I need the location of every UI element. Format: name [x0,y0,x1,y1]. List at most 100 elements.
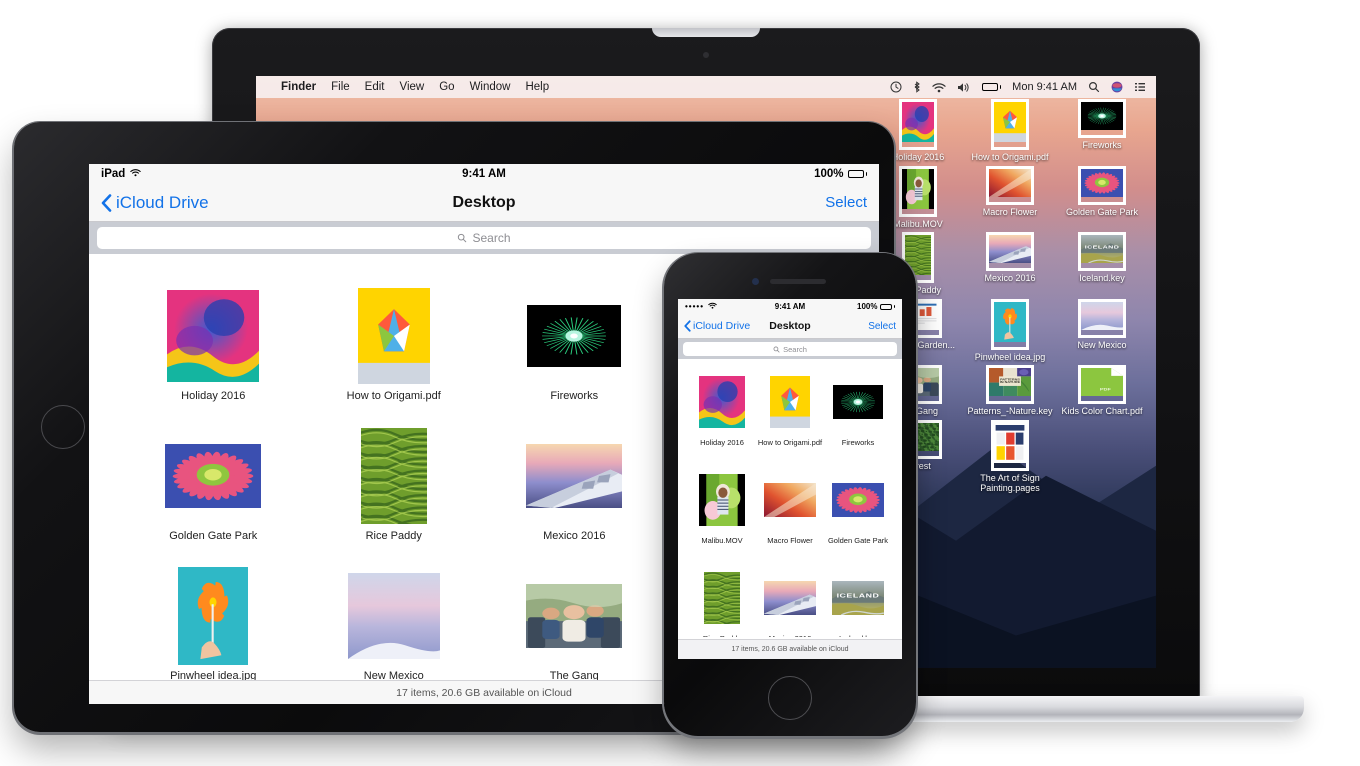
file-label: Fireworks [841,438,875,447]
desktop-icon-thumbnail [989,168,1031,202]
iphone-earpiece-speaker [770,279,826,284]
desktop-icon-label: Patterns_-Nature.key [967,406,1053,416]
search-input[interactable]: Search [683,342,897,356]
file-thumbnail [764,565,816,631]
desktop-icon-label: Fireworks [1082,140,1122,150]
desktop-icon[interactable]: Pinwheel idea.jpg [966,301,1054,363]
file-item[interactable]: Fireworks [484,286,665,426]
menu-item-go[interactable]: Go [439,81,454,93]
menu-item-window[interactable]: Window [470,81,511,93]
macbook-camera-icon [703,52,709,58]
iphone-clock: 9:41 AM [774,302,806,311]
file-label: How to Origami.pdf [757,438,823,447]
mac-menu-status-items: Mon 9:41 AM [890,81,1146,93]
file-item[interactable]: Holiday 2016 [123,286,304,426]
select-button[interactable]: Select [825,194,867,211]
svg-text:PDF: PDF [1100,387,1111,391]
file-item[interactable]: ICELAND Iceland.key [824,565,892,637]
desktop-icon[interactable]: ICELAND Iceland.key [1058,235,1146,296]
desktop-icon[interactable]: Mexico 2016 [966,235,1054,296]
iphone-home-button[interactable] [768,676,812,720]
desktop-icon-thumbnail: ICELAND [1081,235,1124,268]
iphone-status-footer: 17 items, 20.6 GB available on iCloud [678,639,902,659]
notification-center-icon[interactable] [1134,81,1146,93]
file-item[interactable]: Fireworks [824,369,892,467]
desktop-icon-thumbnail [902,168,934,214]
file-item[interactable]: Rice Paddy [304,426,485,566]
menu-bar-clock[interactable]: Mon 9:41 AM [1012,81,1077,93]
mac-menu-items: Finder File Edit View Go Window Help [266,81,549,93]
file-label: Holiday 2016 [700,438,744,447]
file-item[interactable]: Mexico 2016 [756,565,824,637]
menu-item-view[interactable]: View [400,81,425,93]
file-thumbnail [165,426,262,526]
search-placeholder: Search [783,344,807,354]
desktop-icon[interactable]: Fireworks [1058,102,1146,163]
wifi-icon [130,168,142,180]
bluetooth-icon[interactable] [913,81,921,93]
desktop-icon-label: Iceland.key [1079,273,1125,283]
chevron-left-icon [101,193,112,212]
battery-icon[interactable] [981,83,1002,91]
svg-text:ICELAND: ICELAND [1085,245,1120,250]
desktop-icon-thumbnail: PATTERNS IN NATURE [989,368,1031,401]
desktop-icon-thumbnail [1081,102,1123,135]
file-thumbnail [357,286,430,386]
siri-icon[interactable] [1111,81,1123,93]
time-machine-icon[interactable] [890,81,902,93]
file-item[interactable]: Rice Paddy [688,565,756,637]
iphone-search-container: Search [678,339,902,359]
ipad-carrier-label: iPad [101,168,126,180]
back-button-icloud-drive[interactable]: iCloud Drive [101,193,209,213]
back-button-label: iCloud Drive [116,192,209,212]
file-item[interactable]: Mexico 2016 [484,426,665,566]
ipad-home-button[interactable] [41,405,85,449]
desktop-icon[interactable]: New Mexico [1058,301,1146,363]
file-item[interactable]: Malibu.MOV [688,467,756,565]
file-item[interactable]: Golden Gate Park [824,467,892,565]
search-icon [458,233,467,243]
search-input[interactable]: Search [97,227,871,249]
file-item[interactable]: How to Origami.pdf [304,286,485,426]
desktop-icon-label: Pinwheel idea.jpg [974,351,1046,362]
svg-text:ICELAND: ICELAND [837,592,880,599]
desktop-icon-label: Kids Color Chart.pdf [1061,406,1143,416]
menu-item-finder[interactable]: Finder [281,81,316,93]
mac-menu-bar[interactable]: Finder File Edit View Go Window Help Mon… [256,76,1156,98]
file-label: Mexico 2016 [769,634,812,637]
file-thumbnail [178,566,249,666]
desktop-icon[interactable]: PDF Kids Color Chart.pdf [1058,368,1146,417]
file-thumbnail [360,426,427,526]
desktop-icon[interactable]: Macro Flower [966,168,1054,230]
menu-item-edit[interactable]: Edit [365,81,385,93]
file-label: How to Origami.pdf [346,390,441,402]
menu-item-help[interactable]: Help [525,81,549,93]
scene-root: Finder File Edit View Go Window Help Mon… [0,0,1360,766]
file-item[interactable]: Golden Gate Park [123,426,304,566]
file-thumbnail [699,369,745,435]
desktop-icon-label: Golden Gate Park [1065,206,1139,217]
spotlight-search-icon[interactable] [1088,81,1100,93]
file-thumbnail [526,566,623,666]
desktop-icon[interactable]: The Art of Sign Painting.pages [966,422,1054,494]
desktop-icon-thumbnail: PDF [1081,368,1123,401]
ipad-battery-percent: 100% [814,168,844,180]
file-item[interactable]: How to Origami.pdf [756,369,824,467]
file-item[interactable]: Holiday 2016 [688,369,756,467]
file-label: Rice Paddy [365,530,422,542]
wifi-icon[interactable] [932,82,946,93]
desktop-icon[interactable]: Golden Gate Park [1058,168,1146,230]
desktop-icon-thumbnail [989,235,1031,268]
desktop-icon-thumbnail [994,301,1026,347]
desktop-icon[interactable]: PATTERNS IN NATURE Patterns_-Nature.key [966,368,1054,417]
iphone-status-bar: ••••• 9:41 AM 100% [678,299,902,314]
search-icon [773,346,780,353]
menu-item-file[interactable]: File [331,81,350,93]
desktop-icon-label: The Art of Sign Painting.pages [980,472,1040,494]
file-label: Mexico 2016 [543,530,606,542]
file-thumbnail [832,467,884,533]
desktop-icon[interactable]: How to Origami.pdf [966,102,1054,163]
file-item[interactable]: Macro Flower [756,467,824,565]
file-label: Rice Paddy [703,634,741,637]
volume-icon[interactable] [957,82,971,93]
